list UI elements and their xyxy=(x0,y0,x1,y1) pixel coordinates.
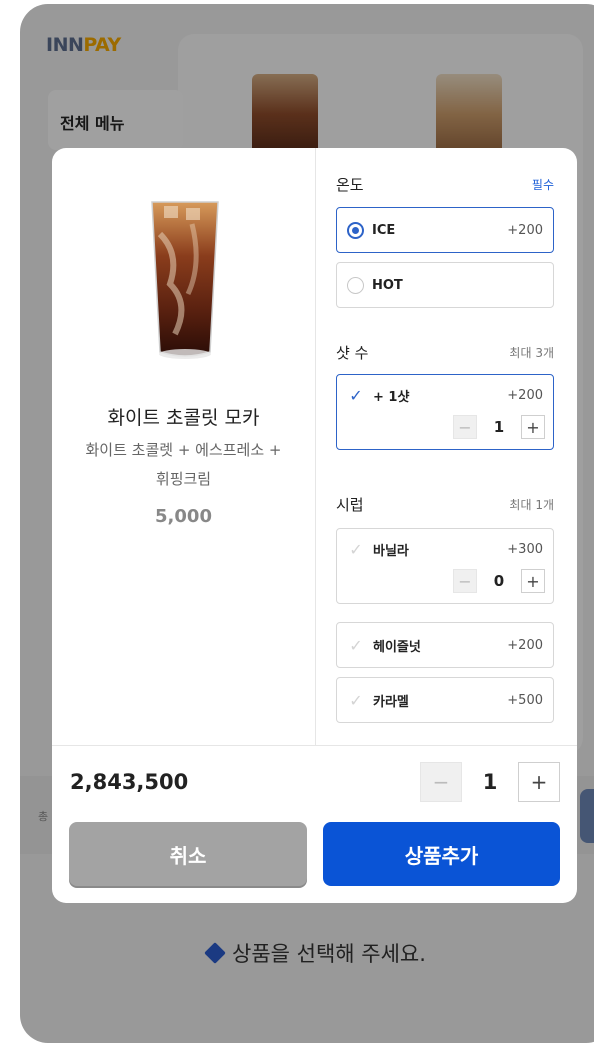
divider xyxy=(52,745,577,746)
quantity-value: 1 xyxy=(482,770,498,794)
product-quantity-stepper: − 1 + xyxy=(420,762,560,802)
decrement-button[interactable]: − xyxy=(453,569,477,593)
check-icon[interactable]: ✓ xyxy=(347,636,365,655)
option-hot[interactable]: HOT xyxy=(336,262,554,308)
decrement-button[interactable]: − xyxy=(420,762,462,802)
decrement-button[interactable]: − xyxy=(453,415,477,439)
add-to-cart-button[interactable]: 상품추가 xyxy=(323,822,560,886)
option-hazelnut[interactable]: ✓ 헤이즐넛 +200 xyxy=(336,622,554,668)
check-icon[interactable]: ✓ xyxy=(347,540,365,559)
increment-button[interactable]: + xyxy=(521,415,545,439)
shots-limit: 최대 3개 xyxy=(509,346,554,360)
option-price: +200 xyxy=(507,637,543,653)
product-option-modal: 화이트 초콜릿 모카 화이트 초콜렛 + 에스프레소 + 휘핑크림 5,000 … xyxy=(52,148,577,903)
option-label: + 1샷 xyxy=(373,389,410,405)
option-panel: 온도 필수 ICE +200 HOT 샷 수 최대 3개 ✓ + 1샷 +200… xyxy=(316,148,577,745)
product-description: 화이트 초콜렛 + 에스프레소 + 휘핑크림 xyxy=(85,441,282,488)
increment-button[interactable]: + xyxy=(521,569,545,593)
syrup-title: 시럽 xyxy=(336,496,364,514)
shots-title: 샷 수 xyxy=(336,344,369,362)
shots-header: 샷 수 최대 3개 xyxy=(336,342,554,363)
product-info: 화이트 초콜릿 모카 화이트 초콜렛 + 에스프레소 + 휘핑크림 5,000 xyxy=(52,148,315,745)
option-extra-shot[interactable]: ✓ + 1샷 +200 − 1 + xyxy=(336,374,554,450)
shot-quantity-stepper: − 1 + xyxy=(337,415,553,449)
required-badge: 필수 xyxy=(531,178,554,192)
quantity-value: 0 xyxy=(493,572,505,590)
cancel-button[interactable]: 취소 xyxy=(69,822,307,886)
product-image xyxy=(151,201,219,359)
option-label: ICE xyxy=(372,222,396,238)
option-label: 카라멜 xyxy=(373,694,409,710)
option-label: HOT xyxy=(372,277,403,293)
option-price: +300 xyxy=(507,541,543,557)
quantity-value: 1 xyxy=(493,418,505,436)
syrup-limit: 최대 1개 xyxy=(509,498,554,512)
option-label: 바닐라 xyxy=(373,543,409,559)
option-label: 헤이즐넛 xyxy=(373,639,421,655)
option-ice[interactable]: ICE +200 xyxy=(336,207,554,253)
syrup-header: 시럽 최대 1개 xyxy=(336,494,554,515)
option-caramel[interactable]: ✓ 카라멜 +500 xyxy=(336,677,554,723)
check-icon[interactable]: ✓ xyxy=(347,691,365,710)
option-price: +200 xyxy=(507,222,543,238)
radio-icon[interactable] xyxy=(347,276,364,294)
syrup-quantity-stepper: − 0 + xyxy=(337,569,553,603)
temperature-header: 온도 필수 xyxy=(336,174,554,195)
option-price: +200 xyxy=(507,387,543,403)
temperature-title: 온도 xyxy=(336,176,364,194)
radio-selected-icon[interactable] xyxy=(347,221,364,239)
option-price: +500 xyxy=(507,692,543,708)
increment-button[interactable]: + xyxy=(518,762,560,802)
check-icon[interactable]: ✓ xyxy=(347,386,365,405)
product-name: 화이트 초콜릿 모카 xyxy=(107,407,260,429)
option-vanilla[interactable]: ✓ 바닐라 +300 − 0 + xyxy=(336,528,554,604)
product-price: 5,000 xyxy=(155,506,212,527)
total-price: 2,843,500 xyxy=(70,770,189,794)
